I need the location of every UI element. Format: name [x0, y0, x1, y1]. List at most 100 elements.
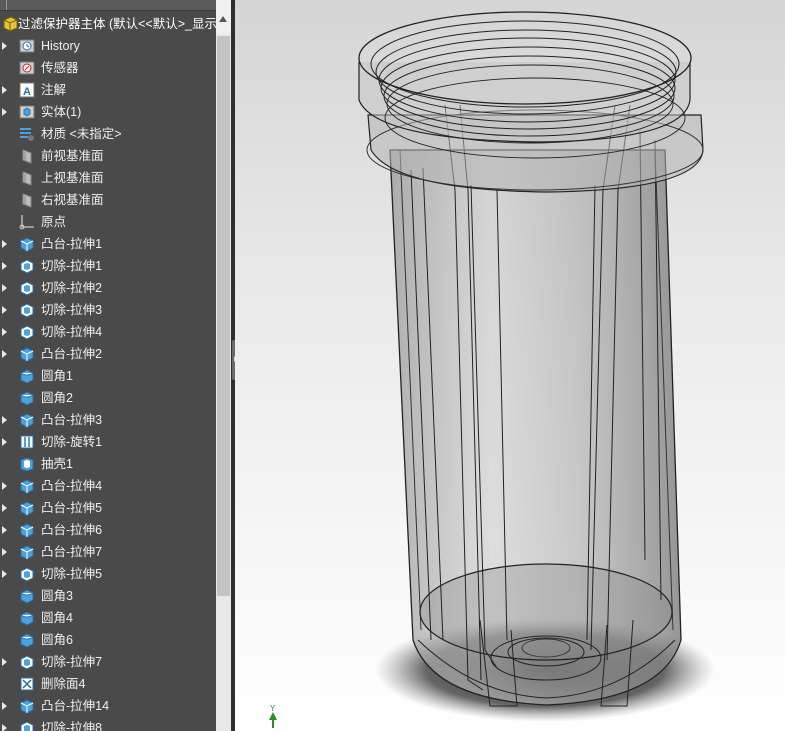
tree-node[interactable]: 右视基准面 [0, 189, 216, 211]
cut-extrude-icon [19, 280, 35, 296]
expand-arrow-icon[interactable] [2, 658, 7, 666]
extrude-icon [19, 236, 35, 252]
tree-node[interactable]: 凸台-拉伸6 [0, 519, 216, 541]
tree-node[interactable]: 抽壳1 [0, 453, 216, 475]
tree-node[interactable]: A 注解 [0, 79, 216, 101]
tree-node-label: 上视基准面 [41, 171, 104, 185]
tree-node[interactable]: 删除面4 [0, 673, 216, 695]
view-triad[interactable]: Y [269, 704, 277, 728]
tree-node[interactable]: 实体(1) [0, 101, 216, 123]
tree-node[interactable]: 凸台-拉伸1 [0, 233, 216, 255]
tree-node[interactable]: 切除-拉伸3 [0, 299, 216, 321]
expand-arrow-icon[interactable] [2, 570, 7, 578]
tree-node[interactable]: 圆角2 [0, 387, 216, 409]
expand-arrow-icon[interactable] [2, 42, 7, 50]
tree-node[interactable]: 切除-旋转1 [0, 431, 216, 453]
expand-arrow-icon[interactable] [2, 548, 7, 556]
tree-node[interactable]: 切除-拉伸1 [0, 255, 216, 277]
history-icon [19, 38, 35, 54]
tree-node-label: 凸台-拉伸3 [41, 413, 103, 427]
expand-arrow-icon[interactable] [2, 86, 7, 94]
tree-node[interactable]: 圆角6 [0, 629, 216, 651]
tree-node[interactable]: 凸台-拉伸2 [0, 343, 216, 365]
tree-scrollbar[interactable] [216, 0, 231, 731]
tree-node-label: 切除-拉伸8 [41, 721, 103, 731]
expand-arrow-icon[interactable] [2, 306, 7, 314]
tree-node-label: 圆角6 [41, 633, 73, 647]
plane-icon [19, 192, 35, 208]
tree-node[interactable]: 凸台-拉伸3 [0, 409, 216, 431]
tree-node[interactable]: 圆角4 [0, 607, 216, 629]
tree-node-label: History [41, 39, 80, 53]
tree-node[interactable]: 凸台-拉伸14 [0, 695, 216, 717]
scroll-up-button[interactable] [216, 0, 231, 34]
scrollbar-thumb[interactable] [217, 36, 230, 596]
tree-node-label: 材质 <未指定> [41, 127, 122, 141]
expand-arrow-icon[interactable] [2, 416, 7, 424]
tree-node[interactable]: 凸台-拉伸7 [0, 541, 216, 563]
tree-node-label: 凸台-拉伸6 [41, 523, 103, 537]
tree-node[interactable]: 凸台-拉伸4 [0, 475, 216, 497]
expand-arrow-icon[interactable] [2, 328, 7, 336]
tree-node-label: 切除-拉伸5 [41, 567, 103, 581]
bottom-inner-ellipse [419, 563, 673, 661]
part-icon [2, 16, 18, 32]
solid-bodies-icon [19, 104, 35, 120]
tree-node[interactable]: 切除-拉伸8 [0, 717, 216, 731]
graphics-viewport[interactable]: Y [235, 0, 785, 731]
expand-arrow-icon[interactable] [2, 438, 7, 446]
tree-node[interactable]: 上视基准面 [0, 167, 216, 189]
tree-root-part[interactable]: 过滤保护器主体 (默认<<默认>_显示 [0, 13, 217, 35]
tree-node[interactable]: 切除-拉伸2 [0, 277, 216, 299]
tree-node-label: 凸台-拉伸2 [41, 347, 103, 361]
tree-node-label: 删除面4 [41, 677, 86, 691]
sensor-icon [19, 60, 35, 76]
tree-node[interactable]: 切除-拉伸7 [0, 651, 216, 673]
tree-node-label: 圆角3 [41, 589, 73, 603]
extrude-icon [19, 346, 35, 362]
tree-node-label: 切除-拉伸3 [41, 303, 103, 317]
tree-node-label: 右视基准面 [41, 193, 104, 207]
expand-arrow-icon[interactable] [2, 240, 7, 248]
cut-extrude-icon [19, 566, 35, 582]
chevron-up-icon [219, 16, 227, 22]
tree-header-strip [0, 0, 216, 11]
tree-node-label: 凸台-拉伸1 [41, 237, 103, 251]
fillet-icon [19, 632, 35, 648]
tree-node[interactable]: 前视基准面 [0, 145, 216, 167]
model-view: Y [269, 11, 715, 728]
tree-node[interactable]: 圆角1 [0, 365, 216, 387]
cut-extrude-icon [19, 720, 35, 731]
cut-revolve-icon [19, 434, 35, 450]
tree-node-label: 切除-拉伸1 [41, 259, 103, 273]
expand-arrow-icon[interactable] [2, 262, 7, 270]
tree-node[interactable]: 传感器 [0, 57, 216, 79]
expand-arrow-icon[interactable] [2, 482, 7, 490]
tree-node[interactable]: 原点 [0, 211, 216, 233]
expand-arrow-icon[interactable] [2, 702, 7, 710]
tree-node[interactable]: 圆角3 [0, 585, 216, 607]
annotation-icon: A [19, 82, 35, 98]
expand-arrow-icon[interactable] [2, 284, 7, 292]
cut-extrude-icon [19, 302, 35, 318]
expand-arrow-icon[interactable] [2, 526, 7, 534]
fillet-icon [19, 610, 35, 626]
feature-manager-tree: 过滤保护器主体 (默认<<默认>_显示 History 传感器 A 注解 实体(1) 材质 … [0, 0, 231, 731]
tree-node[interactable]: 切除-拉伸5 [0, 563, 216, 585]
tree-node-label: 切除-拉伸7 [41, 655, 103, 669]
tree-node-label: 传感器 [41, 61, 79, 75]
tree-node[interactable]: History [0, 35, 216, 57]
expand-arrow-icon[interactable] [2, 108, 7, 116]
expand-arrow-icon[interactable] [2, 724, 7, 731]
tree-node-label: 抽壳1 [41, 457, 73, 471]
expand-arrow-icon[interactable] [2, 504, 7, 512]
filter-housing-model[interactable] [358, 11, 715, 722]
tree-node[interactable]: 切除-拉伸4 [0, 321, 216, 343]
expand-arrow-icon[interactable] [2, 350, 7, 358]
plane-icon [19, 148, 35, 164]
triad-y-label: Y [270, 704, 276, 713]
tree-root-label: 过滤保护器主体 (默认<<默认>_显示 [18, 17, 217, 31]
tree-node-label: 凸台-拉伸14 [41, 699, 110, 713]
tree-node[interactable]: 凸台-拉伸5 [0, 497, 216, 519]
tree-node[interactable]: 材质 <未指定> [0, 123, 216, 145]
